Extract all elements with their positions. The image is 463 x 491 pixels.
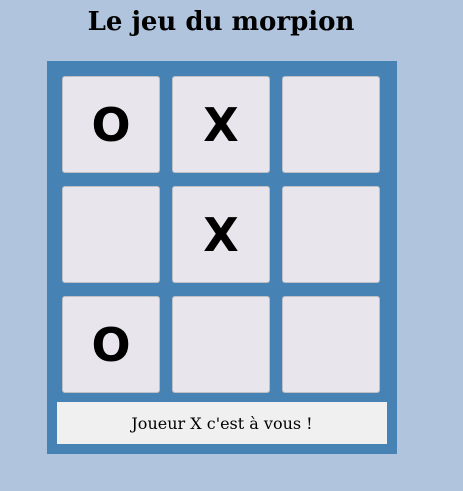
cell-r3-c1[interactable]: O	[62, 296, 160, 393]
cell-r1-c1[interactable]: O	[62, 76, 160, 173]
page-title: Le jeu du morpion	[87, 7, 355, 37]
cell-r2-c2[interactable]: X	[172, 186, 270, 283]
cell-r1-c2[interactable]: X	[172, 76, 270, 173]
status-message: Joueur X c'est à vous !	[57, 402, 387, 444]
cell-r3-c3[interactable]	[282, 296, 380, 393]
cell-r2-c1[interactable]	[62, 186, 160, 283]
cell-r1-c3[interactable]	[282, 76, 380, 173]
cell-r2-c3[interactable]	[282, 186, 380, 283]
game-board: O X X O Joueur X c'est à vous !	[47, 61, 397, 454]
cell-r3-c2[interactable]	[172, 296, 270, 393]
